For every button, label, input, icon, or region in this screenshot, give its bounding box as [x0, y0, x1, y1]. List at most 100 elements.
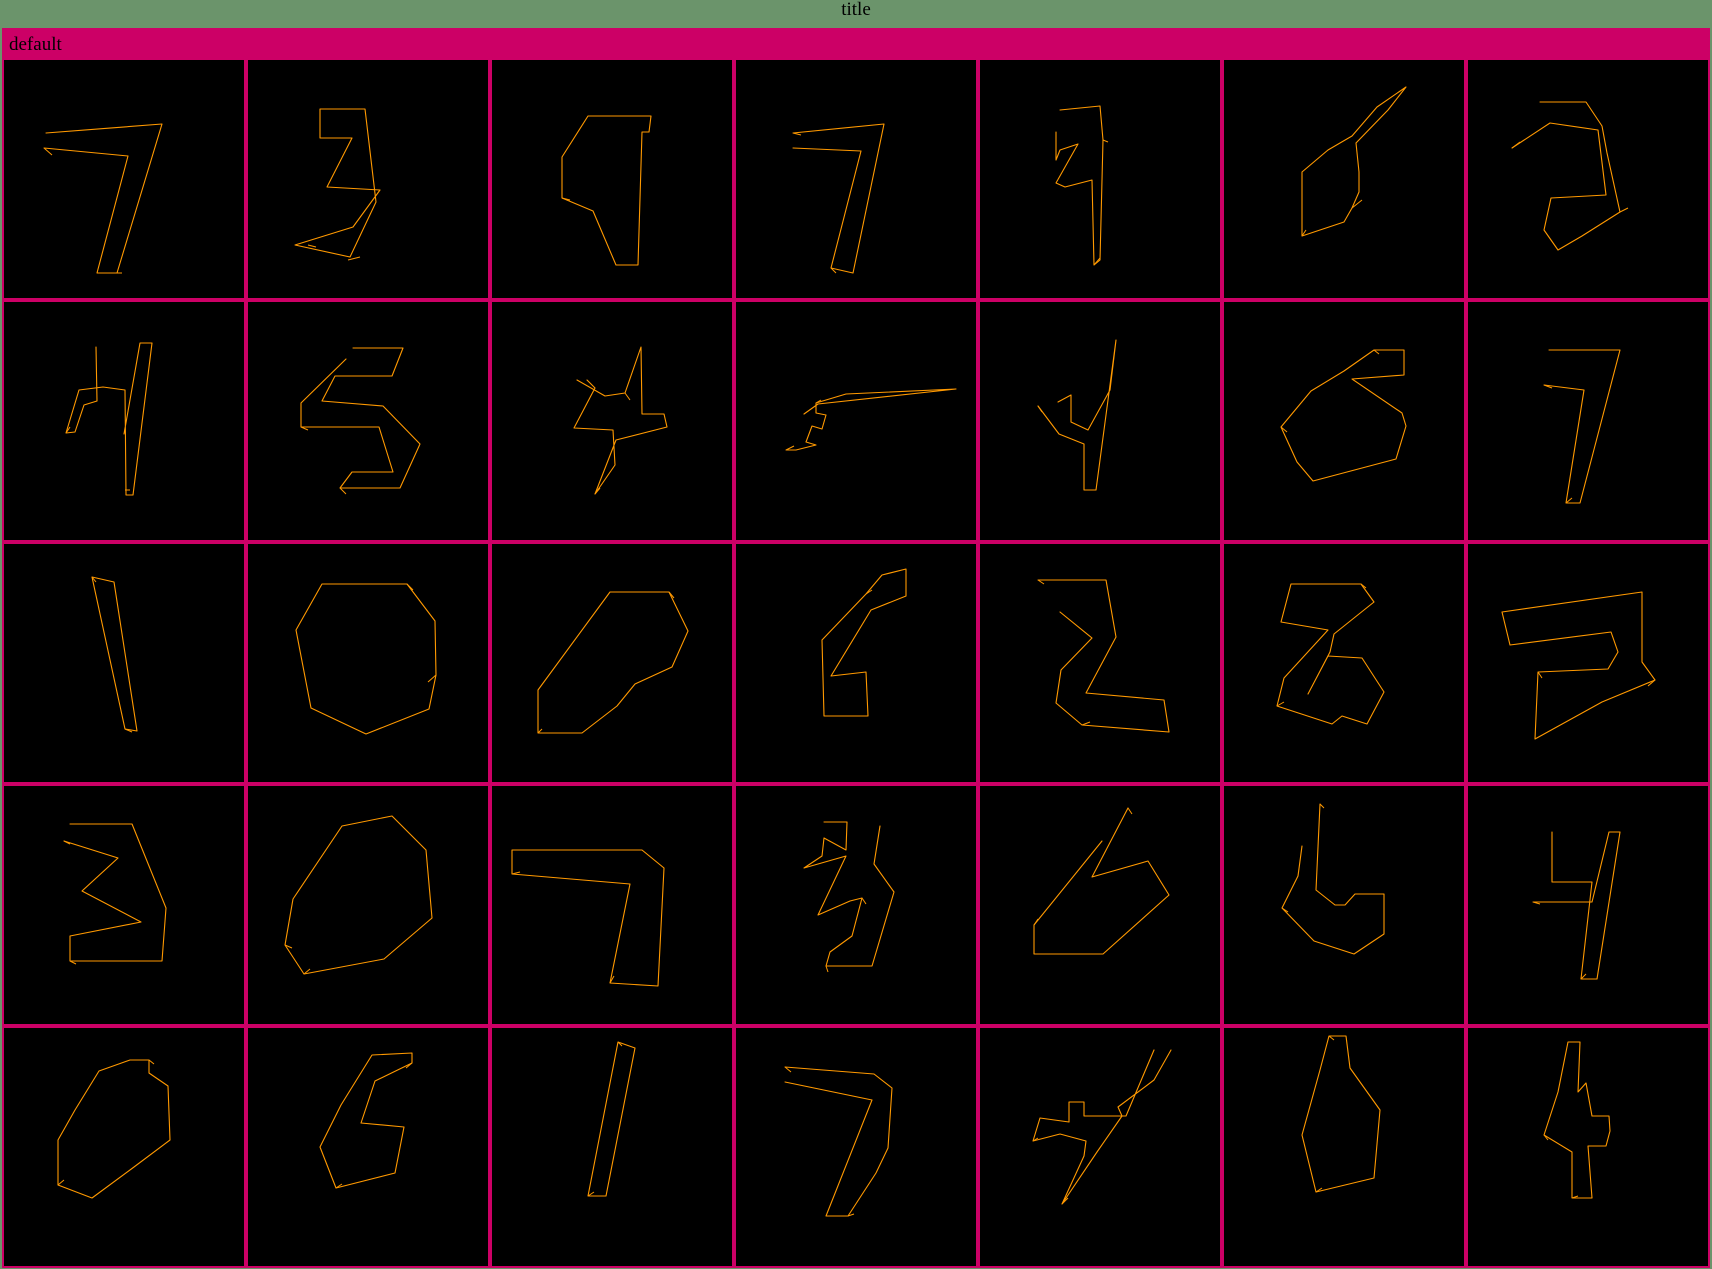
- sketch-drawing: [300, 347, 421, 495]
- sketch-cell: [248, 1028, 488, 1266]
- sketch-stroke: [1280, 349, 1407, 482]
- sketch-stroke: [295, 583, 437, 735]
- sketch-stroke: [784, 1066, 893, 1217]
- sketch-tick: [1511, 141, 1521, 149]
- sketch-drawing: [1037, 339, 1117, 491]
- sketch-stroke: [1532, 831, 1621, 980]
- sketch-stroke: [1301, 86, 1407, 237]
- sketch-stroke: [792, 123, 885, 274]
- sketch-drawing: [1281, 803, 1385, 955]
- sketch-cell: [1468, 1028, 1708, 1266]
- sketch-tick: [511, 871, 521, 875]
- sketch-stroke: [821, 568, 907, 717]
- sketch-drawing: [1276, 583, 1385, 725]
- sketch-stroke: [587, 1041, 636, 1197]
- sketch-stroke: [1055, 105, 1104, 266]
- sketch-stroke: [300, 347, 421, 489]
- sketch-stroke: [1511, 101, 1621, 251]
- sketch-drawing: [295, 583, 437, 735]
- sketch-drawing: [821, 568, 907, 717]
- sketch-cell: [736, 60, 976, 298]
- sketch-cell: [1224, 1028, 1464, 1266]
- sketch-tick: [785, 445, 795, 451]
- sketch-tick: [1328, 1035, 1335, 1041]
- sketch-stroke: [1501, 591, 1656, 740]
- sketch-tick: [825, 965, 829, 973]
- panel-header: default: [2, 30, 1710, 58]
- sketch-cell: [248, 60, 488, 298]
- sketch-tick: [1037, 405, 1043, 413]
- sketch-drawing: [63, 823, 167, 965]
- sketch-drawing: [1543, 1041, 1611, 1199]
- sketch-tick: [792, 132, 802, 136]
- sketch-tick: [57, 1179, 65, 1186]
- sketch-stroke: [319, 1052, 413, 1189]
- sketch-cell: [736, 786, 976, 1024]
- sketch-stroke: [561, 115, 652, 266]
- sketch-tick: [307, 244, 317, 248]
- sketch-stroke: [1033, 807, 1170, 955]
- sketch-cell: [492, 302, 732, 540]
- sketch-tick: [861, 897, 867, 905]
- sketch-cell: [1224, 60, 1464, 298]
- sketch-cell: [492, 1028, 732, 1266]
- sketch-drawing: [294, 108, 381, 261]
- sketch-stroke: [1037, 579, 1170, 733]
- sketch-stroke: [91, 576, 138, 732]
- sketch-tick: [1537, 671, 1543, 679]
- sketch-stroke: [294, 108, 381, 258]
- sketch-cell: [980, 1028, 1220, 1266]
- sketch-drawing: [1532, 831, 1621, 980]
- sketch-drawing: [1301, 1035, 1381, 1193]
- sketch-cell: [1468, 302, 1708, 540]
- sketch-stroke: [65, 342, 153, 496]
- sketch-tick: [1127, 807, 1133, 815]
- sketch-tick: [339, 487, 347, 495]
- sketch-tick: [1619, 207, 1629, 213]
- sketch-drawing: [284, 815, 433, 975]
- sketch-drawing: [1037, 579, 1170, 733]
- sketch-cell: [4, 60, 244, 298]
- sketch-stroke: [537, 591, 689, 734]
- sketch-stroke: [573, 346, 668, 495]
- sketch-drawing: [57, 1059, 171, 1199]
- sketch-drawing: [43, 123, 163, 274]
- sketch-cell: [248, 302, 488, 540]
- sketch-drawing: [319, 1052, 413, 1189]
- sketch-stroke: [57, 1059, 171, 1199]
- sketch-drawing: [1280, 349, 1407, 482]
- sketch-cell: [1224, 544, 1464, 782]
- sketch-tick: [148, 1059, 155, 1065]
- sketch-drawing: [587, 1041, 636, 1197]
- sketch-cell: [1468, 544, 1708, 782]
- sketch-cell: [248, 786, 488, 1024]
- sketch-cell: [4, 1028, 244, 1266]
- sketch-cell: [492, 544, 732, 782]
- sketch-drawing: [91, 576, 138, 733]
- sketch-cell: [980, 786, 1220, 1024]
- sketch-drawing: [1301, 86, 1407, 237]
- sketch-stroke: [511, 849, 665, 987]
- sketch-tick: [1373, 349, 1380, 355]
- sketch-tick: [1037, 579, 1045, 585]
- sketch-drawing: [1543, 349, 1621, 504]
- sketch-drawing: [785, 388, 957, 451]
- sketch-stroke: [1543, 1041, 1611, 1199]
- sketch-tick: [624, 392, 631, 401]
- sketch-tick: [1319, 803, 1325, 809]
- sketch-cell: [492, 786, 732, 1024]
- sketch-drawing: [561, 115, 652, 266]
- sketch-drawing: [1033, 807, 1170, 955]
- sketch-cell: [492, 60, 732, 298]
- sketch-stroke: [1032, 1049, 1172, 1205]
- window-title: title: [0, 0, 1712, 28]
- sketch-drawing: [792, 123, 885, 274]
- sketch-tick: [1033, 918, 1039, 926]
- sketch-cell: [4, 786, 244, 1024]
- sketch-cell: [736, 544, 976, 782]
- sketch-drawing: [1501, 591, 1656, 740]
- sketch-stroke: [63, 823, 167, 962]
- sketch-drawing: [1055, 105, 1109, 266]
- sketch-drawing: [784, 1066, 893, 1217]
- figure-panel: default: [2, 28, 1710, 1268]
